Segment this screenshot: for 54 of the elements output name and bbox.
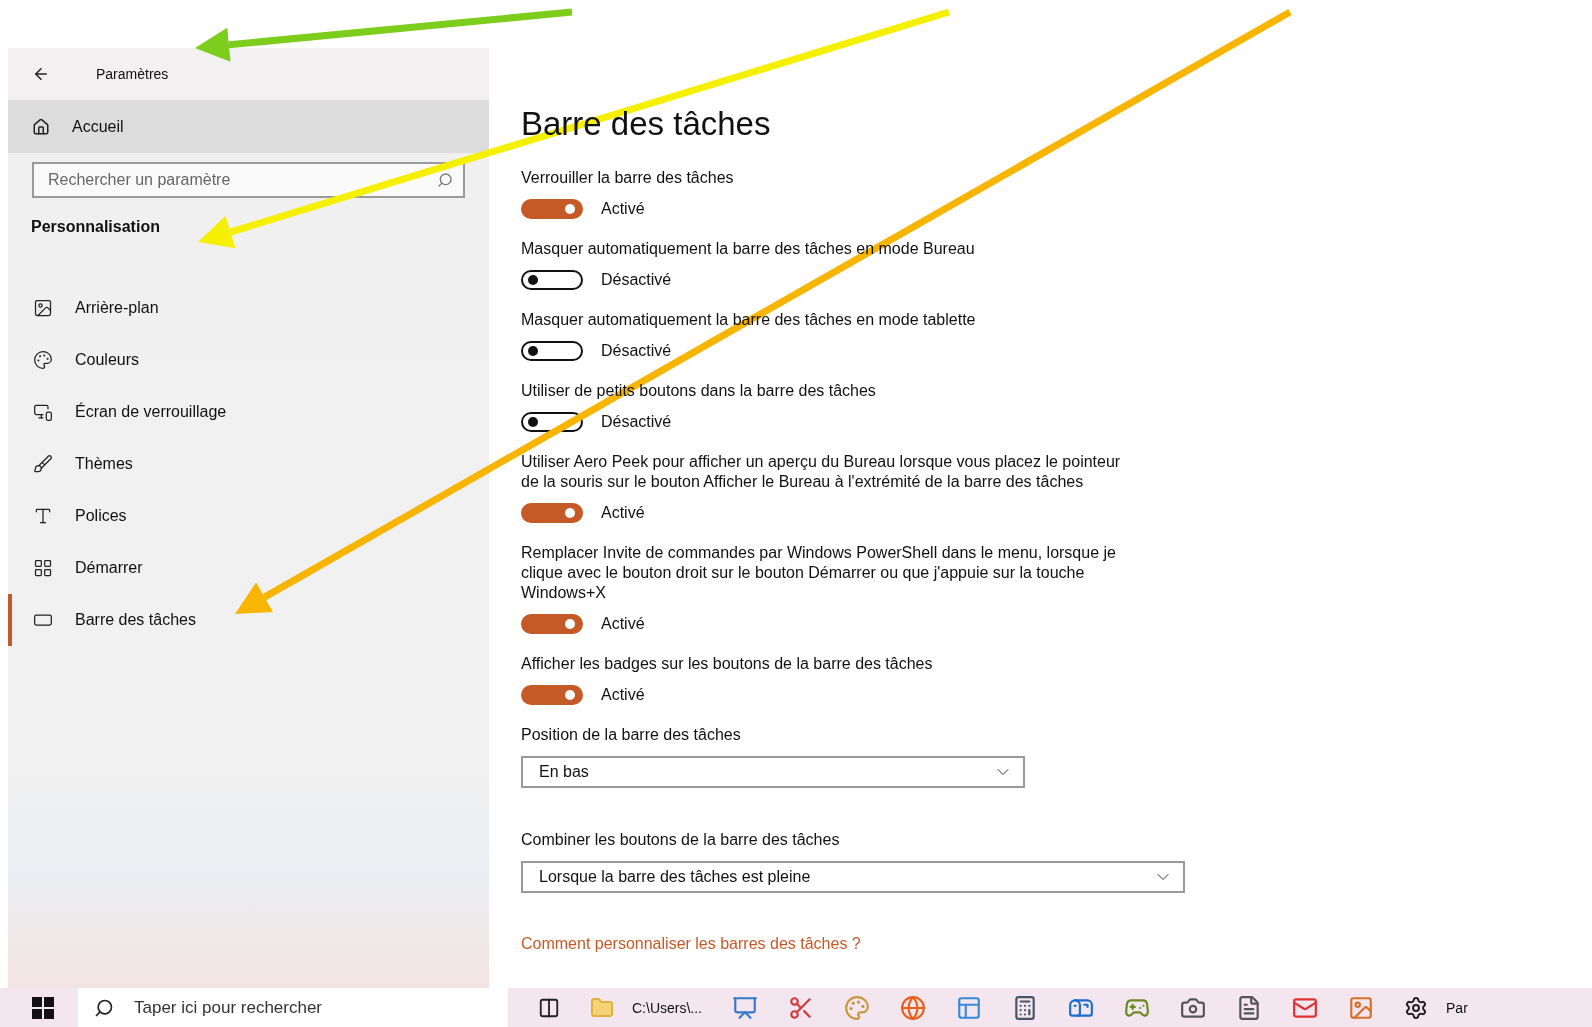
- windows-logo-icon: [32, 996, 54, 1019]
- setting-label: Remplacer Invite de commandes par Windows PowerShell dans le menu, lorsque je clique avec le bouton droit sur le bouton Démarrer ou que j'appuie sur la touche Windows+X: [521, 543, 1117, 603]
- toggle-state: Activé: [601, 504, 645, 522]
- dropdown[interactable]: En bas: [521, 756, 1025, 788]
- toggle-state: Désactivé: [601, 271, 672, 289]
- calculator-icon[interactable]: [1012, 994, 1038, 1021]
- sidebar-item[interactable]: Thèmes: [8, 438, 489, 490]
- window-title: Paramètres: [96, 66, 169, 82]
- sidebar-item[interactable]: Écran de verrouillage: [8, 386, 489, 438]
- task-view-icon[interactable]: [538, 996, 560, 1019]
- taskbar-window-label[interactable]: C:\Users\...: [632, 999, 702, 1016]
- setting-label: Combiner les boutons de la barre des tâches: [521, 830, 841, 850]
- setting-label: Position de la barre des tâches: [521, 725, 742, 745]
- setting-label: Afficher les badges sur les boutons de la barre des tâches: [521, 654, 934, 674]
- gear-icon[interactable]: [1404, 995, 1428, 1020]
- font-icon: [33, 506, 53, 526]
- sidebar-item[interactable]: Couleurs: [8, 334, 489, 386]
- section-heading: Personnalisation: [31, 218, 160, 235]
- window-icon[interactable]: [956, 994, 982, 1021]
- tiles-icon: [33, 558, 53, 578]
- toggle-switch[interactable]: [521, 685, 583, 705]
- toggle-state: Activé: [601, 615, 645, 633]
- palette-icon: [33, 350, 53, 370]
- picture-icon: [33, 298, 53, 318]
- toggle-state: Activé: [601, 200, 645, 218]
- search-icon: [437, 172, 453, 188]
- document-icon[interactable]: [1236, 994, 1262, 1021]
- brush-icon: [33, 454, 53, 474]
- sidebar-item[interactable]: Démarrer: [8, 542, 489, 594]
- settings-search-field[interactable]: Rechercher un paramètre: [32, 162, 465, 198]
- toggle-switch[interactable]: [521, 412, 583, 432]
- toggle-state: Désactivé: [601, 413, 672, 431]
- presentation-icon[interactable]: [732, 994, 758, 1021]
- taskbar-search-field[interactable]: Taper ici pour rechercher: [78, 988, 508, 1027]
- toggle-state: Activé: [601, 686, 645, 704]
- picture-icon[interactable]: [1348, 994, 1374, 1021]
- help-link[interactable]: Comment personnaliser les barres des tâches ?: [521, 935, 861, 952]
- scissors-icon[interactable]: [788, 994, 814, 1021]
- globe-icon[interactable]: [900, 994, 926, 1021]
- setting-label: Utiliser Aero Peek pour afficher un aperçu du Bureau lorsque vous placez le pointeur de la souris sur le bouton Afficher le Bureau à l'extrémité de la barre des tâches: [521, 452, 1122, 492]
- toggle-switch[interactable]: [521, 614, 583, 634]
- toggle-switch[interactable]: [521, 199, 583, 219]
- setting-label: Verrouiller la barre des tâches: [521, 168, 735, 188]
- toggle-switch[interactable]: [521, 270, 583, 290]
- taskbar-window-label[interactable]: Par: [1446, 999, 1468, 1016]
- sidebar-item[interactable]: Polices: [8, 490, 489, 542]
- toggle-switch[interactable]: [521, 341, 583, 361]
- sidebar-item[interactable]: Arrière-plan: [8, 282, 489, 334]
- search-icon: [94, 998, 114, 1018]
- dropdown[interactable]: Lorsque la barre des tâches est pleine: [521, 861, 1185, 893]
- toggle-switch[interactable]: [521, 503, 583, 523]
- home-icon: [32, 117, 50, 136]
- home-nav-item[interactable]: Accueil: [8, 100, 489, 153]
- toggle-state: Désactivé: [601, 342, 672, 360]
